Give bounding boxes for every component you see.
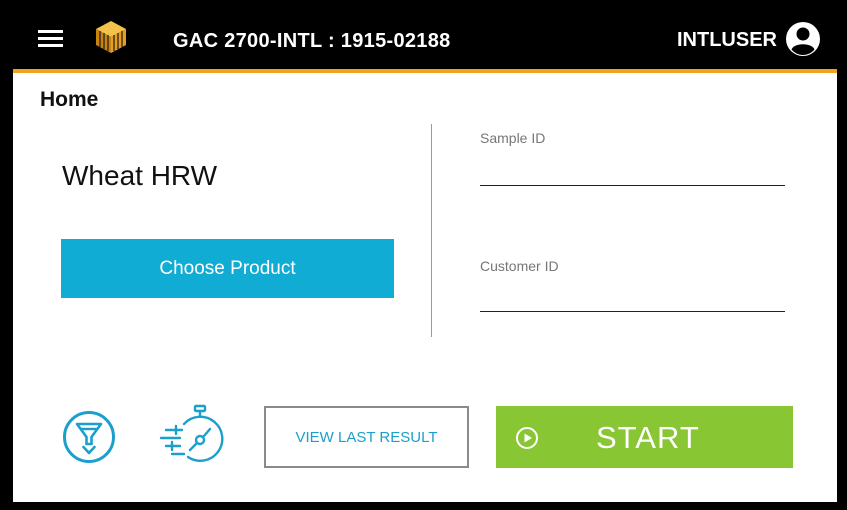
sample-id-label: Sample ID	[480, 130, 546, 146]
choose-product-button[interactable]: Choose Product	[61, 239, 394, 298]
start-label: START	[596, 420, 700, 455]
fast-stopwatch-icon[interactable]	[158, 404, 224, 468]
sample-id-underline	[480, 185, 785, 186]
user-name[interactable]: INTLUSER	[677, 29, 777, 52]
hamburger-menu-icon[interactable]	[38, 30, 63, 48]
account-circle-icon[interactable]	[785, 21, 821, 57]
vertical-divider	[431, 124, 432, 337]
customer-id-underline	[480, 311, 785, 312]
selected-product-name: Wheat HRW	[62, 160, 218, 191]
funnel-filter-icon[interactable]	[62, 410, 116, 464]
play-circle-icon	[516, 427, 538, 449]
start-button[interactable]: START	[496, 406, 793, 468]
app-window: GAC 2700-INTL : 1915-02188 INTLUSER Home…	[13, 0, 837, 502]
page-title: Home	[40, 88, 99, 111]
sample-id-input[interactable]	[480, 156, 789, 186]
top-bar: GAC 2700-INTL : 1915-02188 INTLUSER	[13, 0, 837, 73]
view-last-result-button[interactable]: VIEW LAST RESULT	[264, 406, 469, 468]
device-title: GAC 2700-INTL : 1915-02188	[173, 30, 451, 52]
brand-logo-icon	[96, 21, 126, 53]
customer-id-input[interactable]	[480, 282, 789, 312]
customer-id-label: Customer ID	[480, 258, 559, 274]
